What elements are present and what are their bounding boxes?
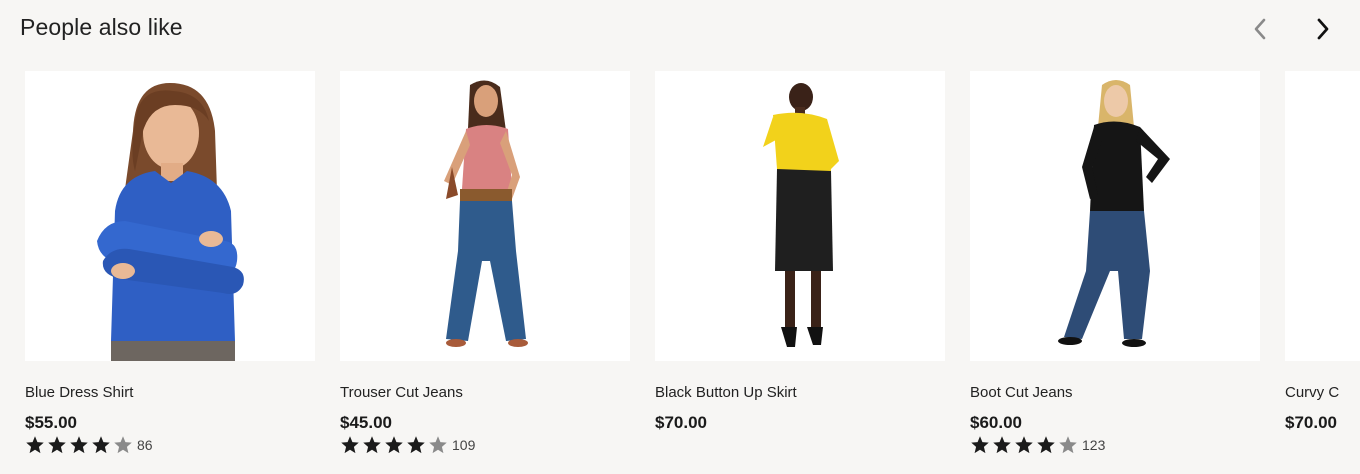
product-price: $70.00	[655, 413, 707, 432]
product-rating: 109	[340, 435, 475, 455]
product-card[interactable]: Boot Cut Jeans $60.00 123	[970, 71, 1260, 454]
star-filled-icon	[406, 435, 428, 455]
star-filled-icon	[384, 435, 406, 455]
star-filled-icon	[970, 435, 992, 455]
product-card[interactable]: Trouser Cut Jeans $45.00 109	[340, 71, 630, 454]
product-image[interactable]	[970, 71, 1260, 361]
carousel-next-button[interactable]	[1308, 14, 1338, 44]
product-card[interactable]: Curvy C $70.00	[1285, 71, 1360, 432]
star-filled-icon	[25, 435, 47, 455]
star-empty-icon	[113, 435, 135, 455]
star-filled-icon	[1036, 435, 1058, 455]
star-empty-icon	[428, 435, 450, 455]
product-image[interactable]	[655, 71, 945, 361]
star-filled-icon	[1014, 435, 1036, 455]
product-rating: 123	[970, 435, 1105, 455]
product-card[interactable]: Blue Dress Shirt $55.00 86	[25, 71, 315, 454]
review-count[interactable]: 86	[137, 437, 153, 453]
product-card[interactable]: Black Button Up Skirt $70.00	[655, 71, 945, 432]
star-filled-icon	[992, 435, 1014, 455]
review-count[interactable]: 109	[452, 437, 475, 453]
product-price: $45.00	[340, 413, 392, 432]
product-name[interactable]: Blue Dress Shirt	[25, 384, 133, 401]
product-name[interactable]: Trouser Cut Jeans	[340, 384, 463, 401]
product-image[interactable]	[340, 71, 630, 361]
star-filled-icon	[69, 435, 91, 455]
product-price: $55.00	[25, 413, 77, 432]
section-header: People also like	[20, 14, 183, 46]
product-name[interactable]: Black Button Up Skirt	[655, 384, 797, 401]
product-name[interactable]: Curvy C	[1285, 384, 1339, 401]
star-filled-icon	[91, 435, 113, 455]
star-filled-icon	[340, 435, 362, 455]
product-carousel: Blue Dress Shirt $55.00 86 Trouser Cut J…	[25, 71, 1360, 471]
product-rating: 86	[25, 435, 153, 455]
star-empty-icon	[1058, 435, 1080, 455]
product-price: $60.00	[970, 413, 1022, 432]
product-price: $70.00	[1285, 413, 1337, 432]
product-name[interactable]: Boot Cut Jeans	[970, 384, 1073, 401]
chevron-left-icon	[1254, 18, 1266, 40]
review-count[interactable]: 123	[1082, 437, 1105, 453]
star-filled-icon	[362, 435, 384, 455]
product-image[interactable]	[1285, 71, 1360, 361]
product-image[interactable]	[25, 71, 315, 361]
section-title: People also like	[20, 14, 183, 40]
star-filled-icon	[47, 435, 69, 455]
carousel-prev-button[interactable]	[1245, 14, 1275, 44]
chevron-right-icon	[1317, 18, 1329, 40]
